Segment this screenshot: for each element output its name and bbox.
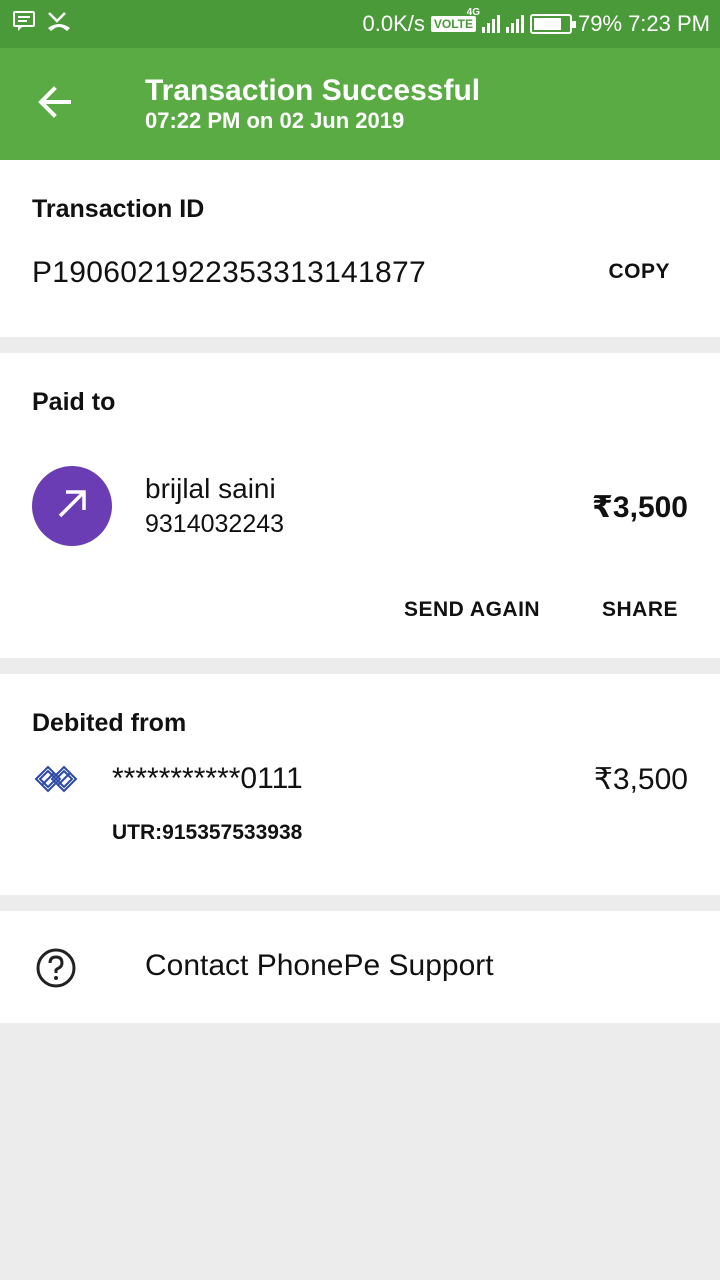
share-button[interactable]: SHARE bbox=[602, 598, 678, 622]
utr-number: UTR:915357533938 bbox=[112, 821, 303, 844]
copy-button[interactable]: COPY bbox=[608, 260, 670, 284]
contact-support-link[interactable]: Contact PhonePe Support bbox=[145, 949, 494, 983]
paid-amount: ₹3,500 bbox=[592, 491, 688, 524]
status-bar: 0.0K/s VOLTE 4G 79% 7:23 PM bbox=[0, 0, 720, 48]
arrow-left-icon bbox=[38, 85, 74, 123]
back-button[interactable] bbox=[34, 82, 78, 126]
signal-icon-2 bbox=[506, 15, 525, 33]
payee-phone: 9314032243 bbox=[145, 510, 285, 538]
page-title: Transaction Successful bbox=[145, 74, 481, 107]
payee-name: brijlal saini bbox=[145, 473, 276, 504]
message-icon bbox=[12, 10, 36, 38]
account-number: ***********0111 bbox=[112, 762, 303, 795]
debited-from-card: Debited from ***********0111 ₹3,500 UTR:… bbox=[0, 674, 720, 895]
bank-logo-icon bbox=[32, 760, 80, 798]
battery-fill bbox=[534, 18, 561, 30]
battery-icon bbox=[530, 14, 577, 34]
help-circle-icon bbox=[35, 947, 77, 989]
paid-to-card: Paid to brijlal saini 9314032243 ₹3,500 … bbox=[0, 353, 720, 658]
page-subtitle: 07:22 PM on 02 Jun 2019 bbox=[145, 108, 405, 133]
volte-badge: VOLTE 4G bbox=[430, 7, 480, 32]
missed-call-icon bbox=[46, 10, 72, 38]
app-header: Transaction Successful 07:22 PM on 02 Ju… bbox=[0, 48, 720, 160]
signal-icon bbox=[482, 15, 501, 33]
send-again-button[interactable]: SEND AGAIN bbox=[404, 598, 540, 622]
clock: 7:23 PM bbox=[628, 11, 710, 36]
battery-percent: 79% bbox=[578, 11, 623, 36]
transaction-id-label: Transaction ID bbox=[32, 195, 205, 223]
header-text: Transaction Successful 07:22 PM on 02 Ju… bbox=[145, 74, 480, 134]
support-card[interactable]: Contact PhonePe Support bbox=[0, 911, 720, 1023]
transaction-card: Transaction ID P1906021922353313141877 C… bbox=[0, 160, 720, 337]
status-left bbox=[12, 10, 72, 38]
debited-amount: ₹3,500 bbox=[593, 763, 688, 796]
arrow-up-right-icon bbox=[54, 486, 90, 527]
paid-to-label: Paid to bbox=[32, 388, 116, 416]
status-right: 0.0K/s VOLTE 4G 79% 7:23 PM bbox=[362, 7, 710, 37]
net-speed: 0.0K/s bbox=[362, 11, 425, 36]
transaction-id-value: P1906021922353313141877 bbox=[32, 256, 426, 289]
network-type: 4G bbox=[466, 7, 481, 18]
avatar bbox=[32, 466, 112, 546]
debited-from-label: Debited from bbox=[32, 709, 187, 737]
